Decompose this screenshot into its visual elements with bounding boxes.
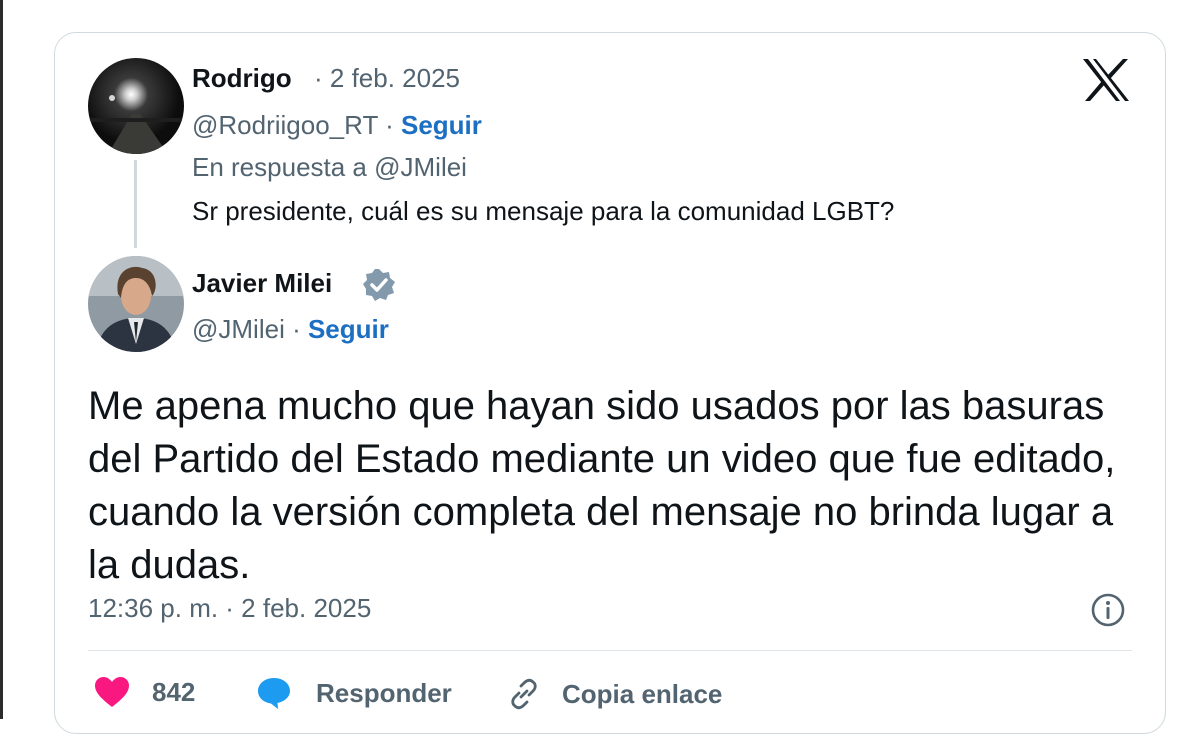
copy-link-label: Copia enlace (562, 678, 723, 709)
javier-milei-handle[interactable]: @JMilei · (192, 314, 301, 344)
main-tweet-text: Me apena mucho que hayan sido usados por… (88, 380, 1148, 592)
rodrigo-avatar[interactable] (88, 58, 184, 154)
night-road-photo (88, 58, 184, 154)
follow-javier-milei-button[interactable]: Seguir (308, 314, 389, 344)
thread-connector-line (134, 160, 137, 248)
javier-milei-handle-row: @JMilei · Seguir (192, 314, 389, 345)
info-icon[interactable] (1090, 592, 1126, 628)
replying-to-label: En respuesta a @JMilei (192, 152, 467, 182)
verified-badge-icon (363, 269, 395, 301)
main-tweet-text-line: cuando la versión completa del mensaje n… (88, 490, 1114, 534)
like-count: 842 (152, 676, 196, 707)
follow-rodrigo-button[interactable]: Seguir (401, 110, 482, 140)
actions-divider (88, 650, 1132, 651)
reply-bubble-icon (258, 678, 290, 709)
window-left-edge (0, 0, 3, 719)
copy-link-button[interactable]: Copia enlace (506, 676, 722, 712)
heart-icon (95, 677, 129, 707)
main-tweet-text-line: del Partido del Estado mediante un video… (88, 437, 1116, 481)
link-icon (511, 678, 537, 710)
javier-milei-avatar[interactable] (88, 256, 184, 352)
reply-tweet-text: Sr presidente, cuál es su mensaje para l… (192, 196, 895, 226)
profile-photo (88, 256, 184, 352)
rodrigo-handle[interactable]: @Rodriigoo_RT · (192, 110, 394, 140)
main-tweet-text-line: la dudas. (88, 543, 251, 587)
main-tweet-text-line: Me apena mucho que hayan sido usados por… (88, 384, 1105, 428)
x-logo-icon[interactable] (1082, 58, 1130, 102)
rodrigo-author-name[interactable]: Rodrigo (192, 63, 292, 94)
tweet-timestamp[interactable]: 12:36 p. m. · 2 feb. 2025 (88, 593, 371, 624)
rodrigo-handle-row: @Rodriigoo_RT · Seguir (192, 110, 482, 141)
javier-milei-author-name[interactable]: Javier Milei (192, 268, 332, 299)
rodrigo-tweet-date[interactable]: · 2 feb. 2025 (314, 63, 460, 94)
reply-label: Responder (316, 677, 452, 708)
like-button[interactable]: 842 (94, 676, 195, 708)
reply-button[interactable]: Responder (256, 676, 452, 710)
